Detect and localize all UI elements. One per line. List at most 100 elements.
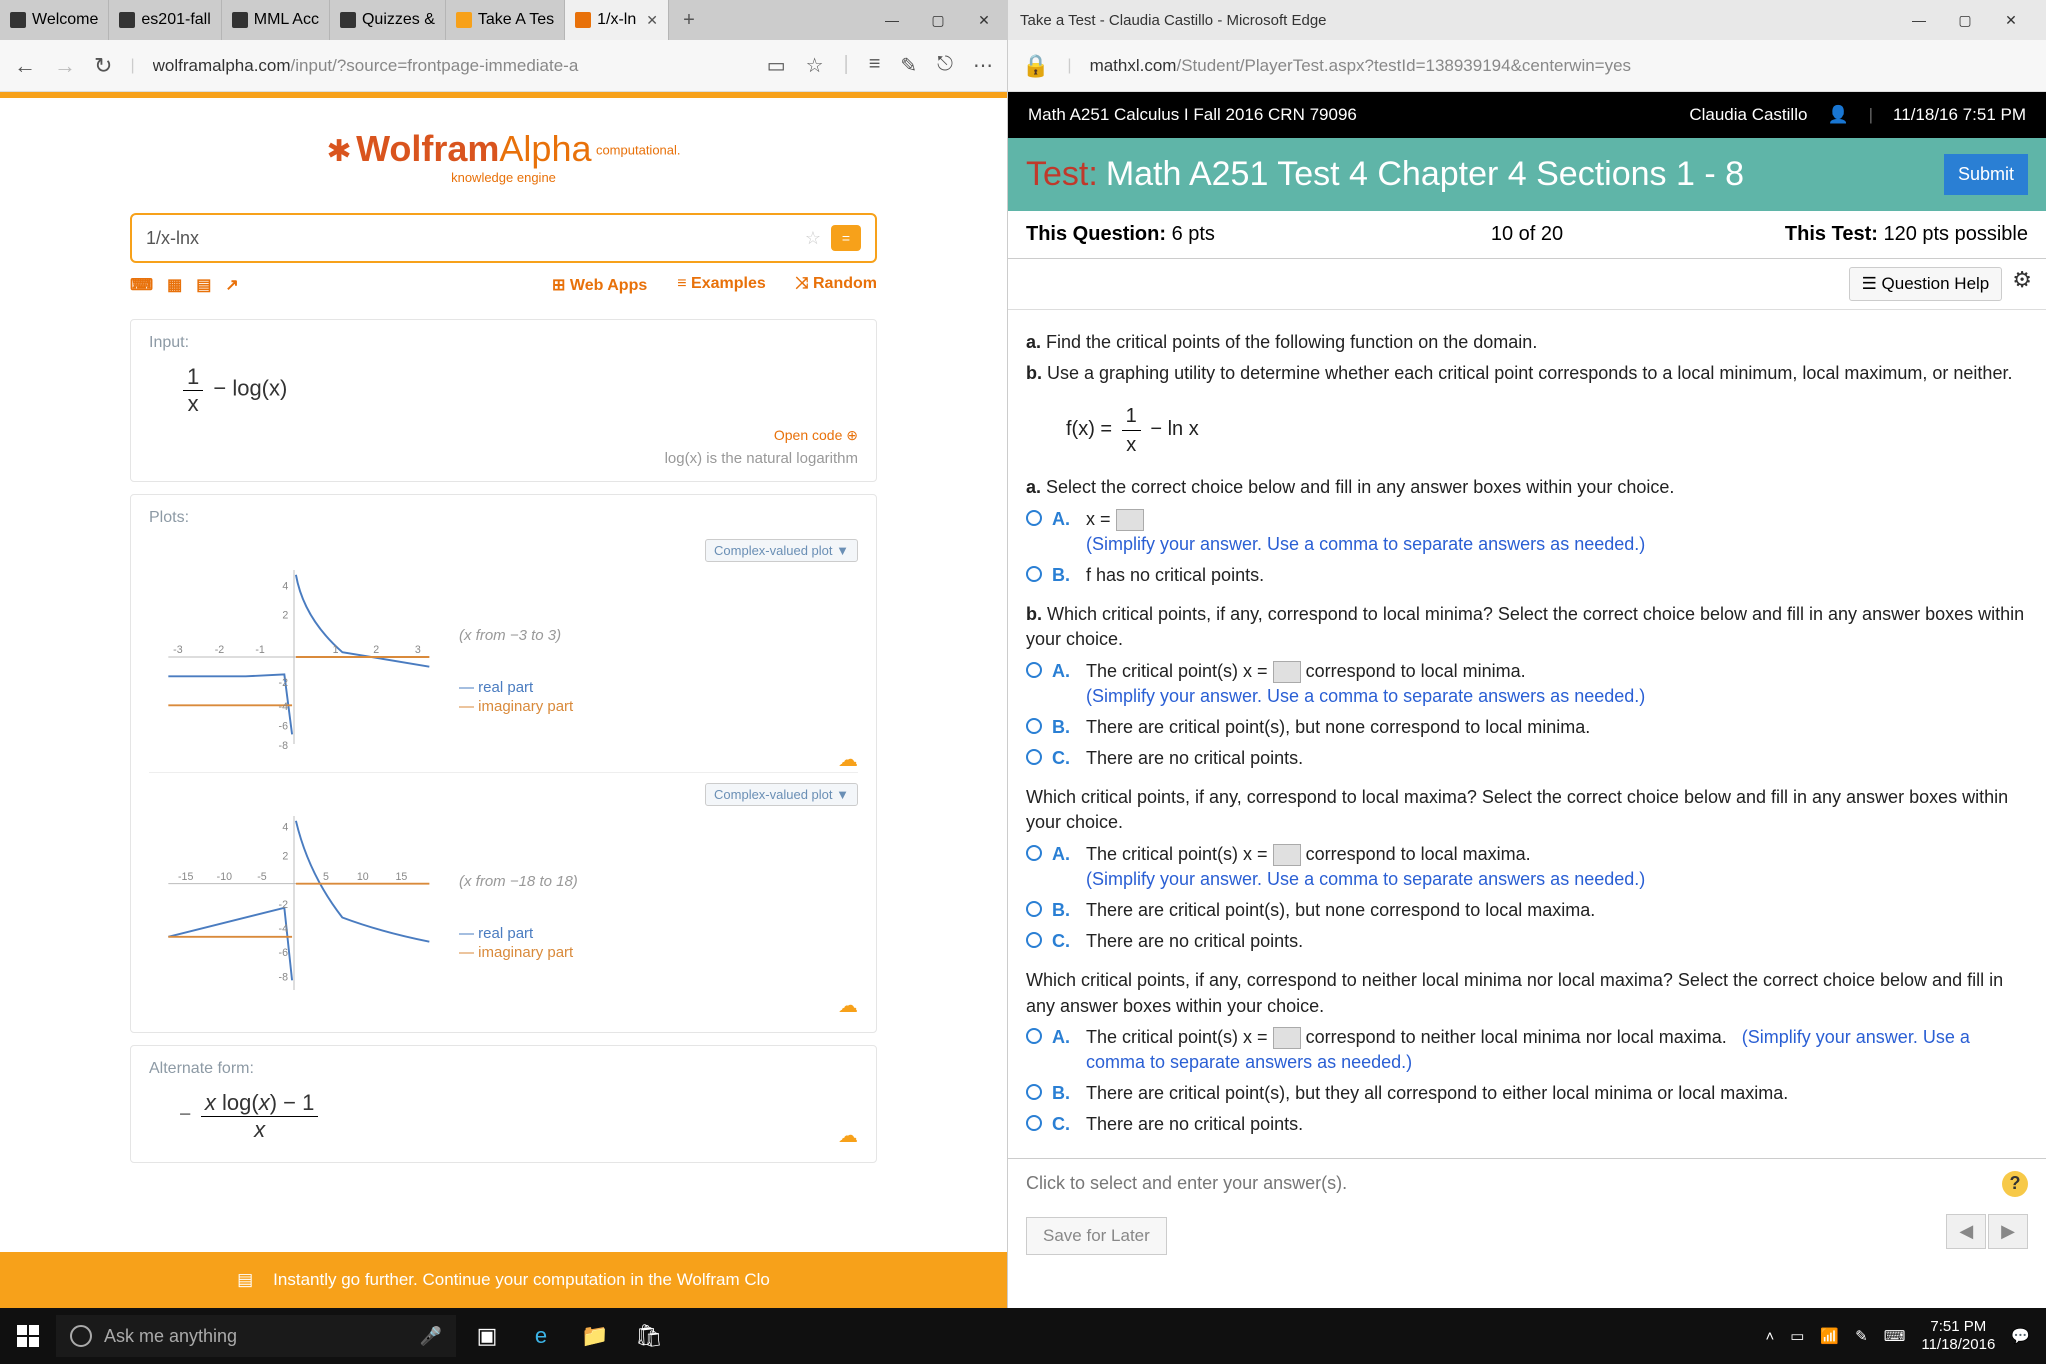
tab-take-test[interactable]: Take A Tes bbox=[446, 0, 565, 40]
maximize-button[interactable]: ▢ bbox=[915, 0, 961, 40]
radio-button[interactable] bbox=[1026, 1084, 1042, 1100]
favorite-icon[interactable]: ☆ bbox=[806, 53, 824, 78]
radio-button[interactable] bbox=[1026, 932, 1042, 948]
choice-b-A[interactable]: A. The critical point(s) x = correspond … bbox=[1026, 659, 2028, 709]
url-field[interactable]: mathxl.com/Student/PlayerTest.aspx?testI… bbox=[1090, 56, 2032, 76]
prev-question-button[interactable]: ◀ bbox=[1946, 1214, 1986, 1249]
radio-button[interactable] bbox=[1026, 718, 1042, 734]
tab-quizzes[interactable]: Quizzes & bbox=[330, 0, 446, 40]
tab-es201[interactable]: es201-fall bbox=[109, 0, 221, 40]
webnote-icon[interactable]: ✎ bbox=[900, 53, 917, 78]
plot-range-label: (x from −18 to 18) bbox=[459, 873, 578, 890]
close-icon[interactable]: ✕ bbox=[646, 12, 658, 29]
cortana-search[interactable]: Ask me anything 🎤 bbox=[56, 1315, 456, 1357]
newtab-button[interactable]: + bbox=[669, 0, 709, 40]
cloud-icon[interactable]: ☁ bbox=[838, 1123, 858, 1148]
webapps-link[interactable]: ⊞ Web Apps bbox=[552, 275, 647, 295]
radio-button[interactable] bbox=[1026, 845, 1042, 861]
wolfram-cloud-banner[interactable]: ▤Instantly go further. Continue your com… bbox=[0, 1252, 1007, 1308]
svg-text:15: 15 bbox=[396, 871, 408, 883]
choice-b-B[interactable]: B.There are critical point(s), but none … bbox=[1026, 715, 2028, 740]
start-button[interactable] bbox=[8, 1316, 48, 1356]
wifi-icon[interactable]: 📶 bbox=[1820, 1327, 1839, 1345]
system-clock[interactable]: 7:51 PM 11/18/2016 bbox=[1921, 1318, 1995, 1354]
choice-a-B[interactable]: B. f has no critical points. bbox=[1026, 563, 2028, 588]
choice-c-A[interactable]: A. The critical point(s) x = correspond … bbox=[1026, 842, 2028, 892]
tray-chevron-icon[interactable]: ˄ bbox=[1765, 1328, 1774, 1345]
keyboard-icon[interactable]: ⌨ bbox=[1884, 1327, 1906, 1345]
file-upload-icon[interactable]: ↗ bbox=[225, 275, 238, 295]
choice-c-B[interactable]: B.There are critical point(s), but none … bbox=[1026, 898, 2028, 923]
tab-wolfram[interactable]: 1/x-ln✕ bbox=[565, 0, 669, 40]
answer-box[interactable] bbox=[1116, 509, 1144, 531]
svg-text:-3: -3 bbox=[173, 644, 183, 656]
hub-icon[interactable]: ≡ bbox=[869, 53, 881, 78]
share-icon[interactable]: ⎋ bbox=[937, 53, 953, 78]
lock-icon[interactable]: 🔒 bbox=[1022, 53, 1049, 79]
edge-taskbar-icon[interactable]: e bbox=[518, 1313, 564, 1359]
forward-button[interactable]: → bbox=[54, 53, 76, 79]
close-window-button[interactable]: ✕ bbox=[1988, 12, 2034, 29]
data-input-icon[interactable]: ▤ bbox=[196, 275, 211, 295]
answer-box[interactable] bbox=[1273, 661, 1301, 683]
alternate-form: − x log(x) − 1x bbox=[179, 1090, 858, 1143]
next-question-button[interactable]: ▶ bbox=[1988, 1214, 2028, 1249]
open-code-link[interactable]: Open code ⊕ bbox=[149, 427, 858, 444]
file-explorer-icon[interactable]: 📁 bbox=[572, 1313, 618, 1359]
radio-button[interactable] bbox=[1026, 1115, 1042, 1131]
extended-keyboard-icon[interactable]: ⌨ bbox=[130, 275, 153, 295]
choice-b-C[interactable]: C.There are no critical points. bbox=[1026, 746, 2028, 771]
svg-text:-5: -5 bbox=[257, 871, 267, 883]
minimize-button[interactable]: — bbox=[1896, 12, 1942, 29]
gear-icon[interactable]: ⚙ bbox=[2012, 267, 2032, 301]
search-input[interactable] bbox=[146, 228, 805, 249]
svg-text:-4: -4 bbox=[279, 701, 289, 713]
radio-button[interactable] bbox=[1026, 749, 1042, 765]
examples-link[interactable]: ≡ Examples bbox=[677, 275, 766, 295]
radio-button[interactable] bbox=[1026, 566, 1042, 582]
help-bubble[interactable]: ? bbox=[2002, 1171, 2028, 1197]
back-button[interactable]: ← bbox=[14, 53, 36, 79]
user-icon[interactable]: 👤 bbox=[1827, 105, 1848, 125]
question-body: a. Find the critical points of the follo… bbox=[1008, 310, 2046, 1158]
url-field[interactable]: wolframalpha.com/input/?source=frontpage… bbox=[153, 56, 749, 76]
mic-icon[interactable]: 🎤 bbox=[420, 1326, 442, 1347]
question-help-button[interactable]: ☰ Question Help bbox=[1849, 267, 2003, 301]
radio-button[interactable] bbox=[1026, 1028, 1042, 1044]
store-icon[interactable]: 🛍 bbox=[626, 1313, 672, 1359]
submit-button[interactable]: Submit bbox=[1944, 154, 2028, 195]
choice-d-C[interactable]: C.There are no critical points. bbox=[1026, 1112, 2028, 1137]
svg-text:-1: -1 bbox=[255, 644, 265, 656]
radio-button[interactable] bbox=[1026, 510, 1042, 526]
refresh-button[interactable]: ↻ bbox=[94, 53, 112, 79]
choice-d-B[interactable]: B.There are critical point(s), but they … bbox=[1026, 1081, 2028, 1106]
action-center-icon[interactable]: 💬 bbox=[2011, 1327, 2030, 1345]
image-input-icon[interactable]: ▦ bbox=[167, 275, 182, 295]
svg-text:-15: -15 bbox=[178, 871, 193, 883]
save-for-later-button[interactable]: Save for Later bbox=[1026, 1217, 1167, 1255]
minimize-button[interactable]: — bbox=[869, 0, 915, 40]
battery-icon[interactable]: ▭ bbox=[1790, 1327, 1804, 1345]
choice-c-C[interactable]: C.There are no critical points. bbox=[1026, 929, 2028, 954]
close-window-button[interactable]: ✕ bbox=[961, 0, 1007, 40]
reading-view-icon[interactable]: ▭ bbox=[767, 53, 786, 78]
tab-welcome[interactable]: Welcome bbox=[0, 0, 109, 40]
answer-box[interactable] bbox=[1273, 844, 1301, 866]
compute-button[interactable]: = bbox=[831, 225, 861, 251]
choice-d-A[interactable]: A. The critical point(s) x = correspond … bbox=[1026, 1025, 2028, 1075]
wolfram-logo[interactable]: ✱ WolframAlpha computational.knowledge e… bbox=[0, 128, 1007, 193]
radio-button[interactable] bbox=[1026, 662, 1042, 678]
course-header: Math A251 Calculus I Fall 2016 CRN 79096… bbox=[1008, 92, 2046, 138]
format-icons[interactable]: ⌨ ▦ ▤ ↗ bbox=[130, 275, 239, 295]
radio-button[interactable] bbox=[1026, 901, 1042, 917]
address-bar: ← → ↻ | wolframalpha.com/input/?source=f… bbox=[0, 40, 1007, 92]
pen-icon[interactable]: ✎ bbox=[1855, 1327, 1868, 1345]
star-icon[interactable]: ☆ bbox=[805, 228, 821, 249]
answer-box[interactable] bbox=[1273, 1027, 1301, 1049]
random-link[interactable]: ⤨ Random bbox=[796, 275, 877, 295]
choice-a-A[interactable]: A. x = (Simplify your answer. Use a comm… bbox=[1026, 507, 2028, 557]
maximize-button[interactable]: ▢ bbox=[1942, 12, 1988, 29]
more-icon[interactable]: ⋯ bbox=[973, 53, 993, 78]
task-view-button[interactable]: ▣ bbox=[464, 1313, 510, 1359]
tab-mml[interactable]: MML Acc bbox=[222, 0, 330, 40]
